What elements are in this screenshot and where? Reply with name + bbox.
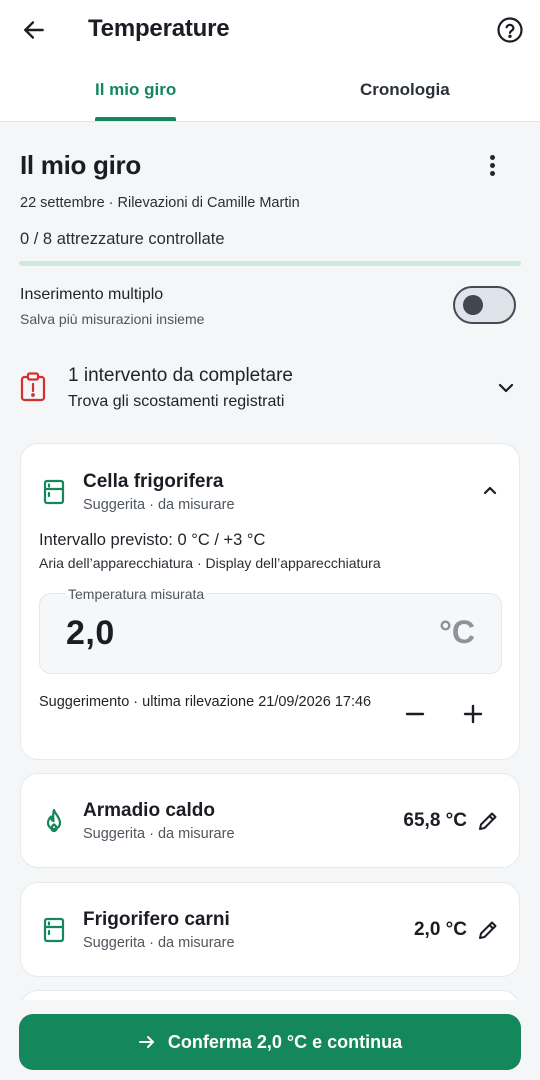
tab-bar: Il mio giro Cronologia xyxy=(0,60,540,122)
flame-icon xyxy=(46,808,62,833)
alert-subtitle: Trova gli scostamenti registrati xyxy=(68,393,285,410)
progress-bar xyxy=(19,261,521,266)
page-title: Temperature xyxy=(88,15,230,42)
back-button[interactable] xyxy=(18,14,50,46)
chevron-up-icon[interactable] xyxy=(479,480,501,502)
multi-entry-subtitle: Salva più misurazioni insieme xyxy=(20,311,205,327)
measurement-sources: Aria dell’apparecchiatura · Display dell… xyxy=(39,555,381,571)
pencil-icon[interactable] xyxy=(477,919,499,941)
tab-my-round[interactable]: Il mio giro xyxy=(95,80,176,100)
plus-icon[interactable] xyxy=(459,700,487,728)
confirm-button[interactable]: Conferma 2,0 °C e continua xyxy=(19,1014,521,1070)
arrow-left-icon xyxy=(24,21,44,39)
equipment-card[interactable]: Armadio caldo Suggerita · da misurare 65… xyxy=(20,773,520,868)
arrow-right-icon xyxy=(138,1036,154,1048)
temperature-input-label: Temperatura misurata xyxy=(66,586,207,602)
equipment-temperature: 65,8 °C xyxy=(403,810,467,831)
app-bar: Temperature xyxy=(0,0,540,60)
round-title: Il mio giro xyxy=(20,150,141,180)
chevron-down-icon[interactable] xyxy=(494,376,518,400)
fridge-icon xyxy=(43,917,65,943)
fridge-icon xyxy=(43,479,65,505)
equipment-name: Armadio caldo xyxy=(83,800,215,821)
equipment-status: Suggerita · da misurare xyxy=(83,935,235,951)
temperature-input[interactable]: Temperatura misurata 2,0 °C xyxy=(39,586,502,674)
equipment-card[interactable]: Frigorifero carni Suggerita · da misurar… xyxy=(20,882,520,977)
temperature-value[interactable]: 2,0 xyxy=(66,614,115,653)
dots-vertical-icon xyxy=(489,154,495,160)
equipment-temperature: 2,0 °C xyxy=(413,919,467,940)
equipment-card-expanded: Cella frigorifera Suggerita · da misurar… xyxy=(20,443,520,760)
last-reading-hint: Suggerimento · ultima rilevazione 21/09/… xyxy=(39,694,372,710)
toggle-knob xyxy=(463,295,483,315)
equipment-name: Frigorifero carni xyxy=(83,909,230,930)
pencil-icon[interactable] xyxy=(477,810,499,832)
equipment-name: Cella frigorifera xyxy=(83,471,224,492)
progress-text: 0 / 8 attrezzature controllate xyxy=(20,230,225,248)
multi-entry-toggle[interactable] xyxy=(453,286,516,324)
tab-indicator xyxy=(95,117,176,121)
tab-history[interactable]: Cronologia xyxy=(360,80,450,100)
expected-range: Intervallo previsto: 0 °C / +3 °C xyxy=(39,531,266,549)
confirm-button-label: Conferma 2,0 °C e continua xyxy=(167,1031,403,1052)
help-circle-icon[interactable] xyxy=(496,16,524,44)
multi-entry-title: Inserimento multiplo xyxy=(20,286,164,303)
alert-title: 1 intervento da completare xyxy=(68,365,293,386)
temperature-unit: °C xyxy=(439,614,475,650)
round-subline: 22 settembre · Rilevazioni di Camille Ma… xyxy=(20,195,300,211)
minus-icon[interactable] xyxy=(401,700,429,728)
clipboard-alert-icon xyxy=(20,372,46,402)
equipment-status: Suggerita · da misurare xyxy=(83,826,235,842)
equipment-status: Suggerita · da misurare xyxy=(83,497,235,513)
more-options-button[interactable] xyxy=(478,150,506,180)
